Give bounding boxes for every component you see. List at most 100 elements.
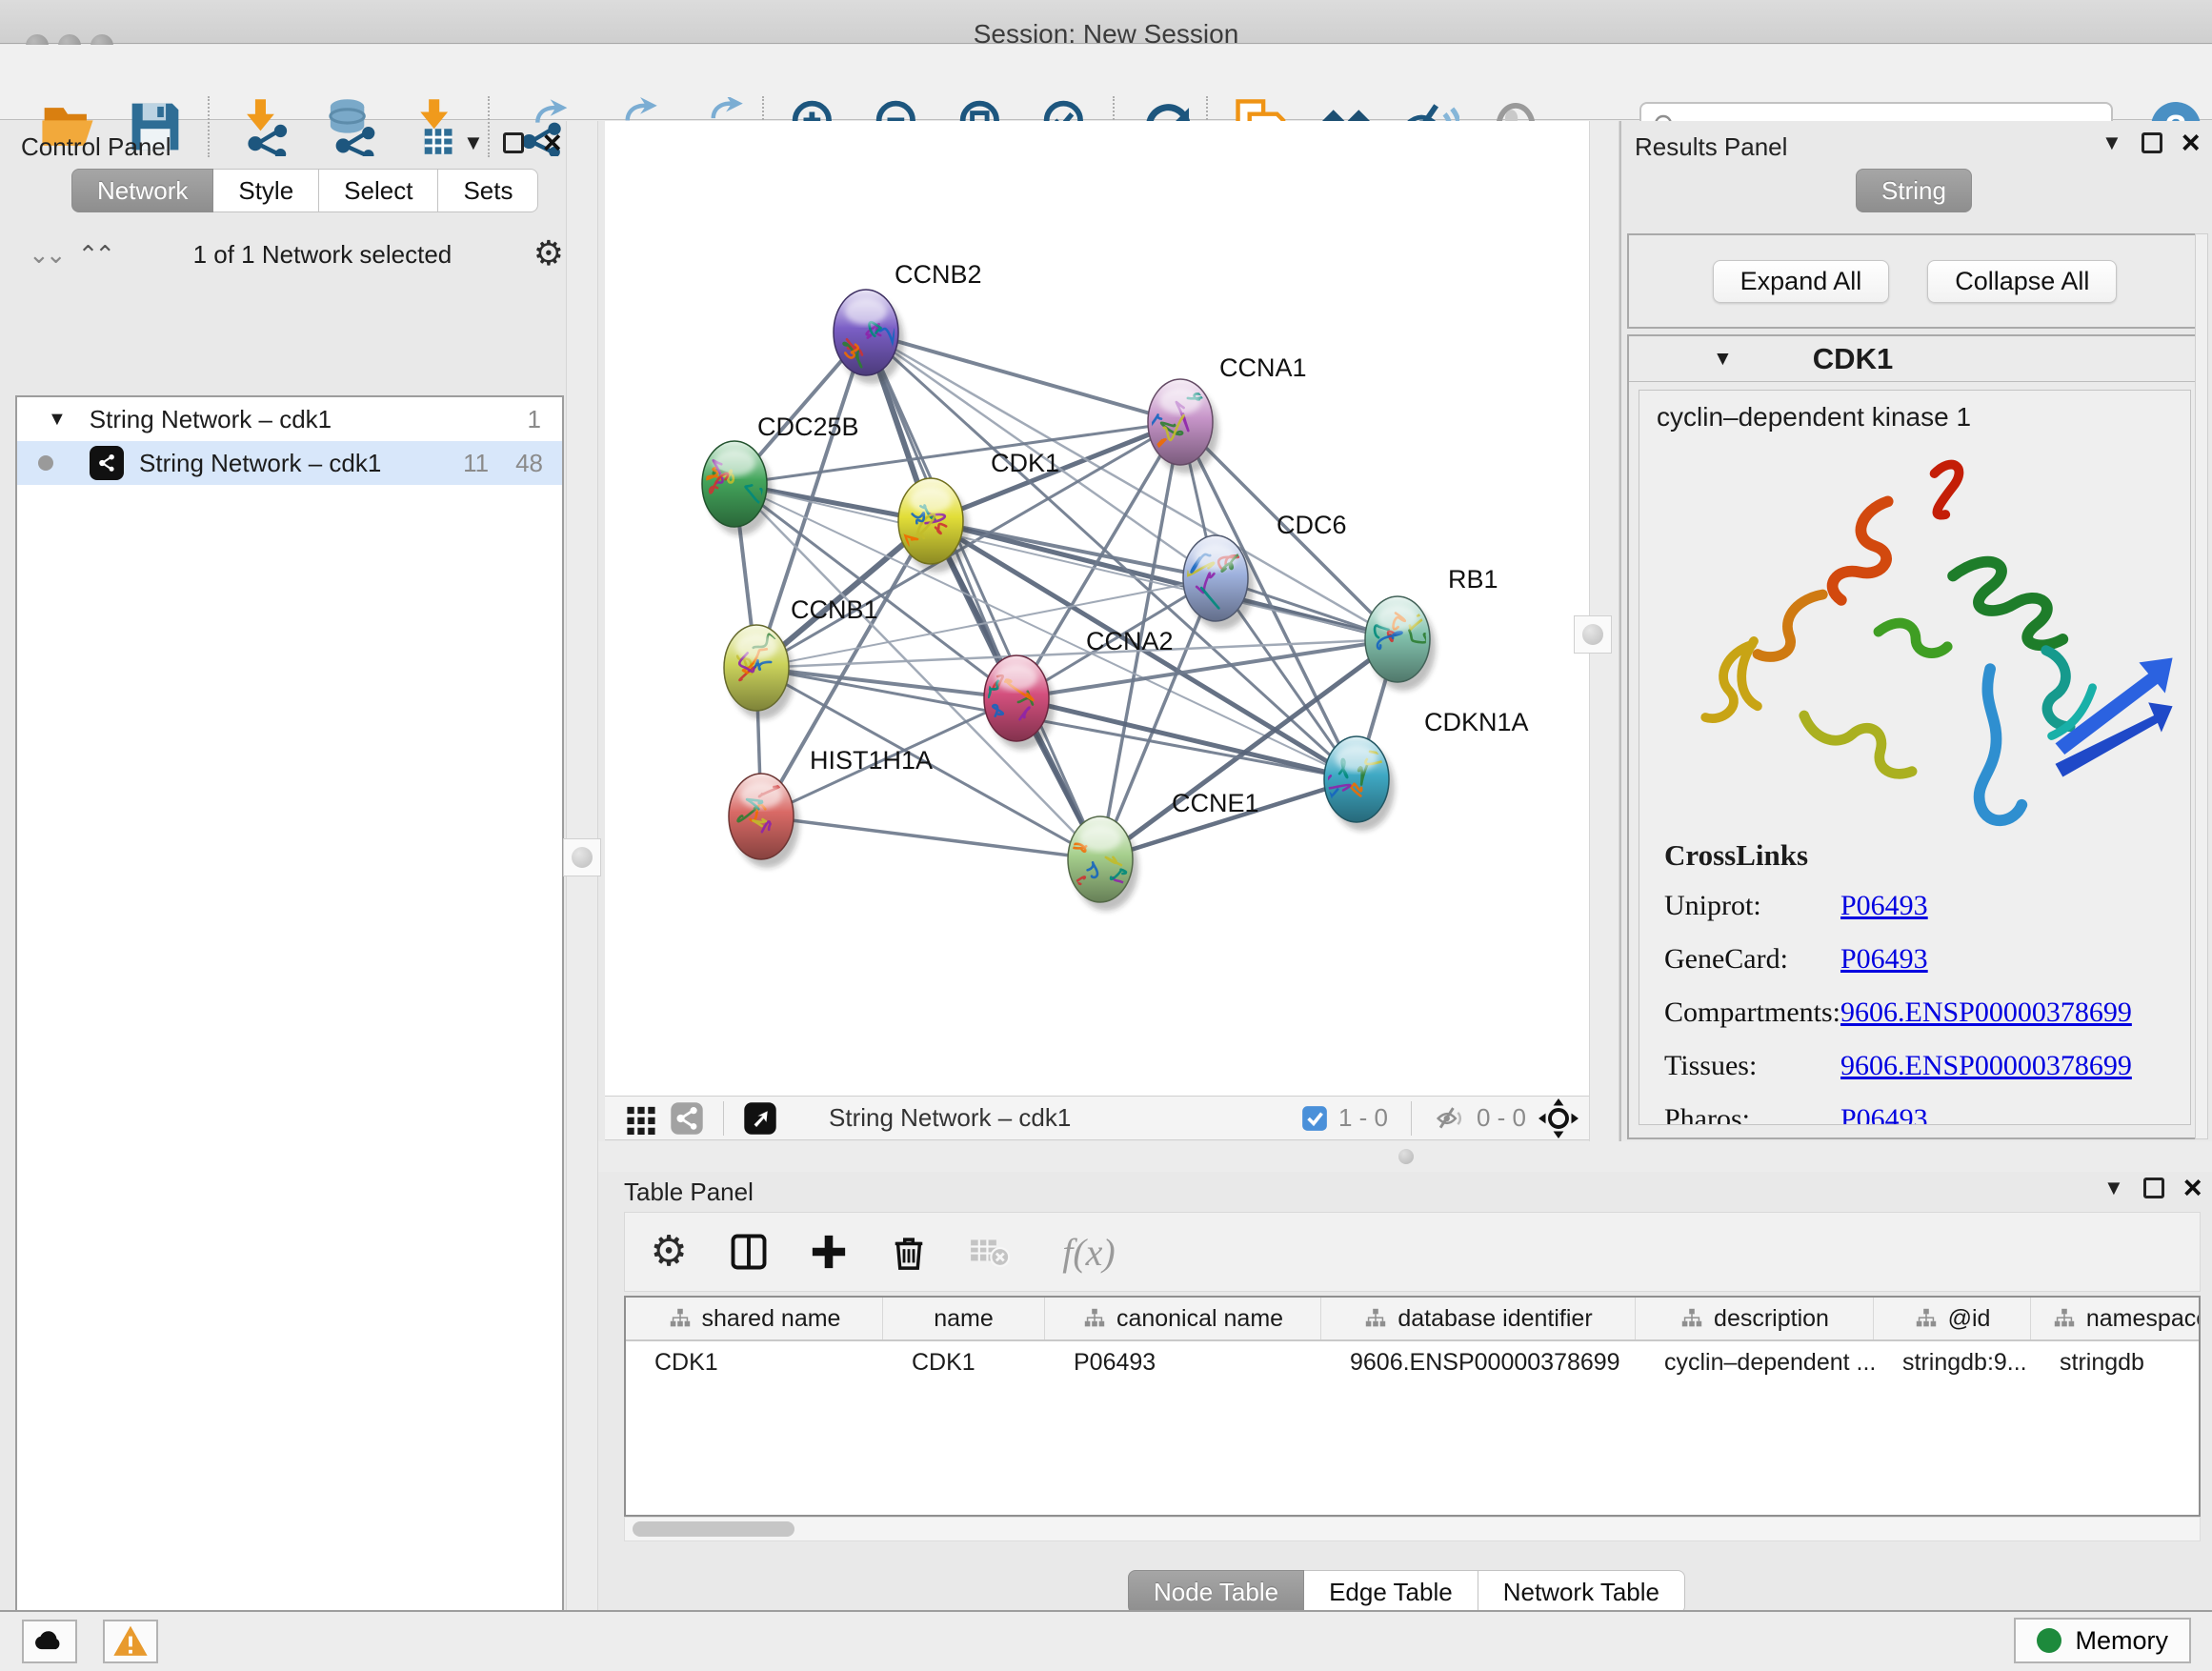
table-cell[interactable]: CDK1 xyxy=(883,1341,1045,1383)
edge-CCNA2-CDKN1A[interactable] xyxy=(1016,698,1357,779)
node-label-CDC6: CDC6 xyxy=(1277,511,1347,539)
tab-node-table[interactable]: Node Table xyxy=(1128,1570,1304,1614)
hidden-eye-slash-icon[interactable] xyxy=(1435,1102,1467,1135)
tab-edge-table[interactable]: Edge Table xyxy=(1304,1570,1478,1614)
expand-all-button[interactable]: Expand All xyxy=(1713,260,1890,303)
table-cell[interactable]: 9606.ENSP00000378699 xyxy=(1321,1341,1636,1383)
node-CDC25B[interactable]: CDC25B xyxy=(702,413,859,535)
crosslink-link[interactable]: P06493 xyxy=(1840,1103,1928,1125)
table-panel: Table Panel ▼ × ⚙ f(x) shared namenameca… xyxy=(598,1172,2212,1610)
close-panel-icon[interactable]: × xyxy=(2182,132,2201,153)
edge-CCNE1-HIST1H1A[interactable] xyxy=(761,816,1100,859)
cloud-icon xyxy=(31,1623,68,1660)
node-label-RB1: RB1 xyxy=(1448,565,1498,594)
show-columns-icon[interactable] xyxy=(726,1229,772,1275)
network-collection-row[interactable]: ▼ String Network – cdk1 1 xyxy=(17,397,562,441)
warnings-button[interactable] xyxy=(103,1620,158,1663)
tab-network[interactable]: Network xyxy=(71,169,213,212)
table-options-gear-icon[interactable]: ⚙ xyxy=(646,1229,692,1275)
network-canvas[interactable]: CCNB2CCNA1CDC25BCDK1CDC6RB1CCNB1CCNA2CDK… xyxy=(605,121,1589,1096)
table-row[interactable]: CDK1CDK1P064939606.ENSP00000378699cyclin… xyxy=(626,1341,2199,1383)
column-header--id[interactable]: @id xyxy=(1874,1298,2031,1339)
cloud-status-button[interactable] xyxy=(22,1620,77,1663)
column-type-icon xyxy=(1679,1306,1704,1331)
column-header-label: name xyxy=(934,1305,994,1333)
status-bar: Memory xyxy=(0,1610,2212,1671)
fit-selection-crosshair-icon[interactable] xyxy=(1536,1096,1581,1141)
horizontal-splitter-handle[interactable] xyxy=(1398,1149,1414,1164)
tab-select[interactable]: Select xyxy=(319,169,438,212)
node-CCNB1[interactable]: CCNB1 xyxy=(724,595,878,719)
column-header-name[interactable]: name xyxy=(883,1298,1045,1339)
float-panel-icon[interactable] xyxy=(503,132,524,153)
left-splitter-handle[interactable] xyxy=(563,838,601,876)
collapse-all-networks-icon[interactable]: ⌃⌃ xyxy=(78,240,112,270)
column-header-namespace[interactable]: namespace xyxy=(2031,1298,2201,1339)
edge-CCNB2-CCNE1[interactable] xyxy=(866,332,1100,859)
crosslink-link[interactable]: 9606.ENSP00000378699 xyxy=(1840,997,2132,1029)
tab-sets[interactable]: Sets xyxy=(438,169,538,212)
node-CCNA1[interactable]: CCNA1 xyxy=(1144,353,1306,473)
tab-string[interactable]: String xyxy=(1856,169,1972,212)
network-share-icon[interactable] xyxy=(664,1096,710,1141)
table-cell[interactable]: cyclin–dependent ... xyxy=(1636,1341,1874,1383)
float-panel-icon[interactable] xyxy=(2143,1178,2164,1198)
main-toolbar: ? xyxy=(0,45,2212,120)
crosslink-link[interactable]: P06493 xyxy=(1840,890,1928,922)
crosslink-link[interactable]: P06493 xyxy=(1840,943,1928,976)
network-label: String Network – cdk1 xyxy=(139,449,381,478)
network-status-dot xyxy=(38,455,53,471)
tab-network-table[interactable]: Network Table xyxy=(1478,1570,1685,1614)
node-CCNB2[interactable]: CCNB2 xyxy=(834,260,982,384)
string-network-badge-icon xyxy=(90,446,124,480)
selected-checkbox-icon[interactable] xyxy=(1300,1104,1329,1133)
collapse-entry-icon[interactable]: ▼ xyxy=(1713,348,1733,371)
panel-menu-icon[interactable]: ▼ xyxy=(2101,132,2122,153)
gene-entry-header[interactable]: ▼ CDK1 xyxy=(1629,336,2201,382)
table-panel-controls: ▼ × xyxy=(2103,1178,2202,1198)
birds-eye-view-icon[interactable] xyxy=(737,1096,783,1141)
results-scrollbar[interactable] xyxy=(2195,233,2208,1139)
table-cell[interactable]: stringdb:9... xyxy=(1874,1341,2031,1383)
delete-column-icon[interactable] xyxy=(886,1229,932,1275)
create-column-icon[interactable] xyxy=(806,1229,852,1275)
panel-menu-icon[interactable]: ▼ xyxy=(2103,1178,2124,1198)
grid-view-icon[interactable] xyxy=(618,1096,664,1141)
panel-menu-icon[interactable]: ▼ xyxy=(463,132,484,153)
column-header-label: description xyxy=(1714,1305,1829,1333)
column-header-label: @id xyxy=(1948,1305,1991,1333)
expand-all-networks-icon[interactable]: ⌄⌄ xyxy=(29,240,63,270)
column-header-label: shared name xyxy=(702,1305,841,1333)
column-header-database-identifier[interactable]: database identifier xyxy=(1321,1298,1636,1339)
crosslink-label: Tissues: xyxy=(1664,1050,1840,1082)
float-panel-icon[interactable] xyxy=(2142,132,2162,153)
node-RB1[interactable]: RB1 xyxy=(1365,565,1498,691)
crosslink-row: Compartments:9606.ENSP00000378699 xyxy=(1664,997,2190,1029)
column-header-shared-name[interactable]: shared name xyxy=(626,1298,883,1339)
network-row-selected[interactable]: String Network – cdk1 11 48 xyxy=(17,441,562,485)
node-label-CDKN1A: CDKN1A xyxy=(1424,708,1529,736)
edge-CCNB1-CCNA2[interactable] xyxy=(756,668,1016,698)
tab-style[interactable]: Style xyxy=(213,169,319,212)
table-cell[interactable]: stringdb xyxy=(2031,1341,2201,1383)
table-hscrollbar[interactable] xyxy=(624,1517,2201,1541)
table-hscrollbar-thumb[interactable] xyxy=(633,1521,794,1537)
node-CDKN1A[interactable]: CDKN1A xyxy=(1322,708,1529,831)
collapse-all-button[interactable]: Collapse All xyxy=(1927,260,2117,303)
column-header-description[interactable]: description xyxy=(1636,1298,1874,1339)
column-header-canonical-name[interactable]: canonical name xyxy=(1045,1298,1321,1339)
network-options-gear-icon[interactable]: ⚙ xyxy=(533,237,564,272)
right-splitter-handle[interactable] xyxy=(1574,615,1612,654)
crosslink-row: Tissues:9606.ENSP00000378699 xyxy=(1664,1050,2190,1082)
collapse-collection-icon[interactable]: ▼ xyxy=(48,409,67,431)
node-table: shared name name canonical namedatabase id… xyxy=(624,1296,2201,1517)
node-CCNE1[interactable]: CCNE1 xyxy=(1066,789,1258,911)
gene-description: cyclin–dependent kinase 1 xyxy=(1639,391,2190,433)
table-cell[interactable]: CDK1 xyxy=(626,1341,883,1383)
close-panel-icon[interactable]: × xyxy=(543,132,562,153)
column-type-icon xyxy=(668,1306,693,1331)
crosslink-link[interactable]: 9606.ENSP00000378699 xyxy=(1840,1050,2132,1082)
close-panel-icon[interactable]: × xyxy=(2183,1178,2202,1198)
table-cell[interactable]: P06493 xyxy=(1045,1341,1321,1383)
memory-button[interactable]: Memory xyxy=(2014,1618,2191,1663)
